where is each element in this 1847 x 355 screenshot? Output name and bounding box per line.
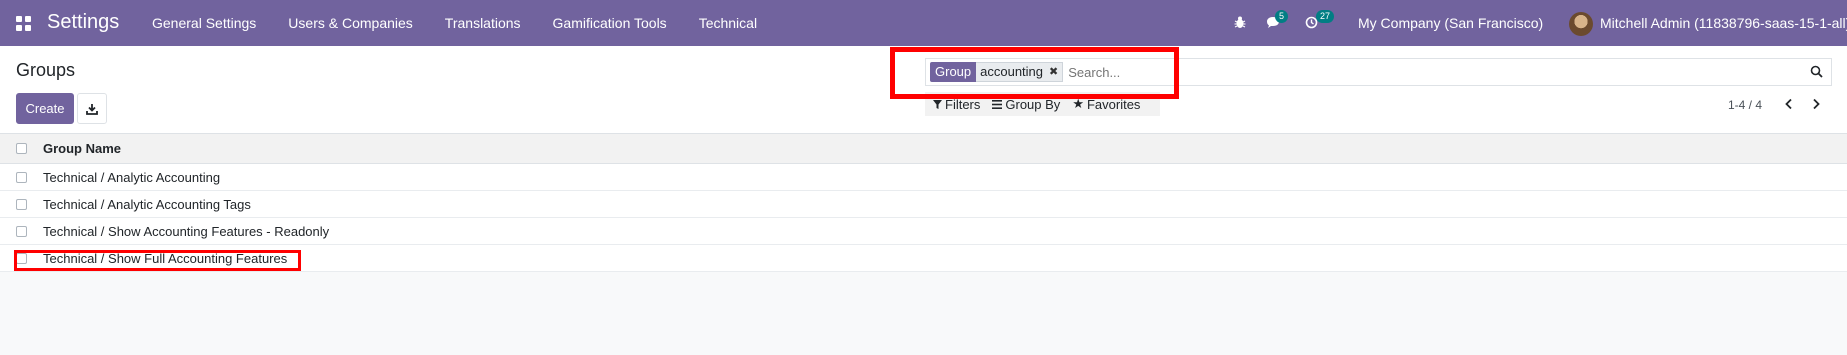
control-panel: Groups Create Group accounting ✖ Filters… xyxy=(0,46,1847,134)
row-checkbox[interactable] xyxy=(16,198,27,210)
pager-previous-icon[interactable] xyxy=(1784,97,1794,115)
filters-button[interactable]: Filters xyxy=(933,97,980,112)
search-options: Filters Group By ★ Favorites xyxy=(925,92,1161,116)
table-row[interactable]: Technical / Analytic Accounting xyxy=(0,164,1847,191)
facet-value-text: accounting xyxy=(980,64,1044,79)
download-icon xyxy=(86,103,98,115)
search-input[interactable] xyxy=(1068,64,1831,80)
activities-clock-icon[interactable]: 27 xyxy=(1305,10,1335,34)
row-checkbox[interactable] xyxy=(16,225,27,237)
activities-badge: 27 xyxy=(1316,10,1335,23)
facet-value: accounting ✖ xyxy=(976,62,1064,82)
pager-value[interactable]: 1-4 / 4 xyxy=(1728,98,1762,112)
user-menu[interactable]: Mitchell Admin (11838796-saas-15-1-all) xyxy=(1600,15,1847,31)
user-avatar[interactable] xyxy=(1569,12,1593,36)
create-button[interactable]: Create xyxy=(16,93,74,124)
select-all-checkbox[interactable] xyxy=(16,143,27,154)
facet-remove-icon[interactable]: ✖ xyxy=(1049,62,1058,82)
column-header-group-name[interactable]: Group Name xyxy=(43,141,121,156)
debug-bug-icon[interactable] xyxy=(1234,16,1246,34)
group-name-cell[interactable]: Technical / Show Full Accounting Feature… xyxy=(43,251,287,266)
apps-menu-icon[interactable] xyxy=(16,16,31,31)
row-checkbox[interactable] xyxy=(16,252,27,264)
top-navbar: Settings General Settings Users & Compan… xyxy=(0,0,1847,46)
export-button[interactable] xyxy=(77,93,107,124)
row-checkbox[interactable] xyxy=(16,171,27,183)
menu-general-settings[interactable]: General Settings xyxy=(152,15,256,31)
search-icon[interactable] xyxy=(1810,65,1823,83)
filters-label: Filters xyxy=(945,96,981,112)
table-row[interactable]: Technical / Show Full Accounting Feature… xyxy=(0,245,1847,272)
groupby-bars-icon xyxy=(992,99,1003,109)
groups-list: Group Name Technical / Analytic Accounti… xyxy=(0,134,1847,272)
groupby-button[interactable]: Group By xyxy=(992,97,1060,112)
menu-technical[interactable]: Technical xyxy=(699,15,757,31)
filter-icon xyxy=(933,99,942,109)
table-row[interactable]: Technical / Analytic Accounting Tags xyxy=(0,191,1847,218)
menu-users-companies[interactable]: Users & Companies xyxy=(288,15,413,31)
group-name-cell[interactable]: Technical / Analytic Accounting Tags xyxy=(43,197,251,212)
table-row[interactable]: Technical / Show Accounting Features - R… xyxy=(0,218,1847,245)
group-name-cell[interactable]: Technical / Analytic Accounting xyxy=(43,170,220,185)
menu-gamification-tools[interactable]: Gamification Tools xyxy=(553,15,667,31)
favorites-button[interactable]: ★ Favorites xyxy=(1072,96,1140,112)
facet-label: Group xyxy=(930,62,977,82)
groupby-label: Group By xyxy=(1005,96,1061,112)
search-facet: Group accounting ✖ xyxy=(930,62,1064,82)
messages-chat-icon[interactable]: 5 xyxy=(1266,10,1289,34)
list-header: Group Name xyxy=(0,134,1847,164)
company-switcher[interactable]: My Company (San Francisco) xyxy=(1358,15,1543,31)
pager-next-icon[interactable] xyxy=(1811,97,1821,115)
menu-translations[interactable]: Translations xyxy=(445,15,521,31)
favorites-label: Favorites xyxy=(1086,96,1141,112)
page-title: Groups xyxy=(16,60,76,80)
messages-badge: 5 xyxy=(1275,10,1289,23)
app-title[interactable]: Settings xyxy=(47,11,119,34)
star-icon: ★ xyxy=(1072,96,1084,111)
search-bar[interactable]: Group accounting ✖ xyxy=(925,58,1832,86)
group-name-cell[interactable]: Technical / Show Accounting Features - R… xyxy=(43,224,329,239)
main-menu: General Settings Users & Companies Trans… xyxy=(152,15,789,31)
